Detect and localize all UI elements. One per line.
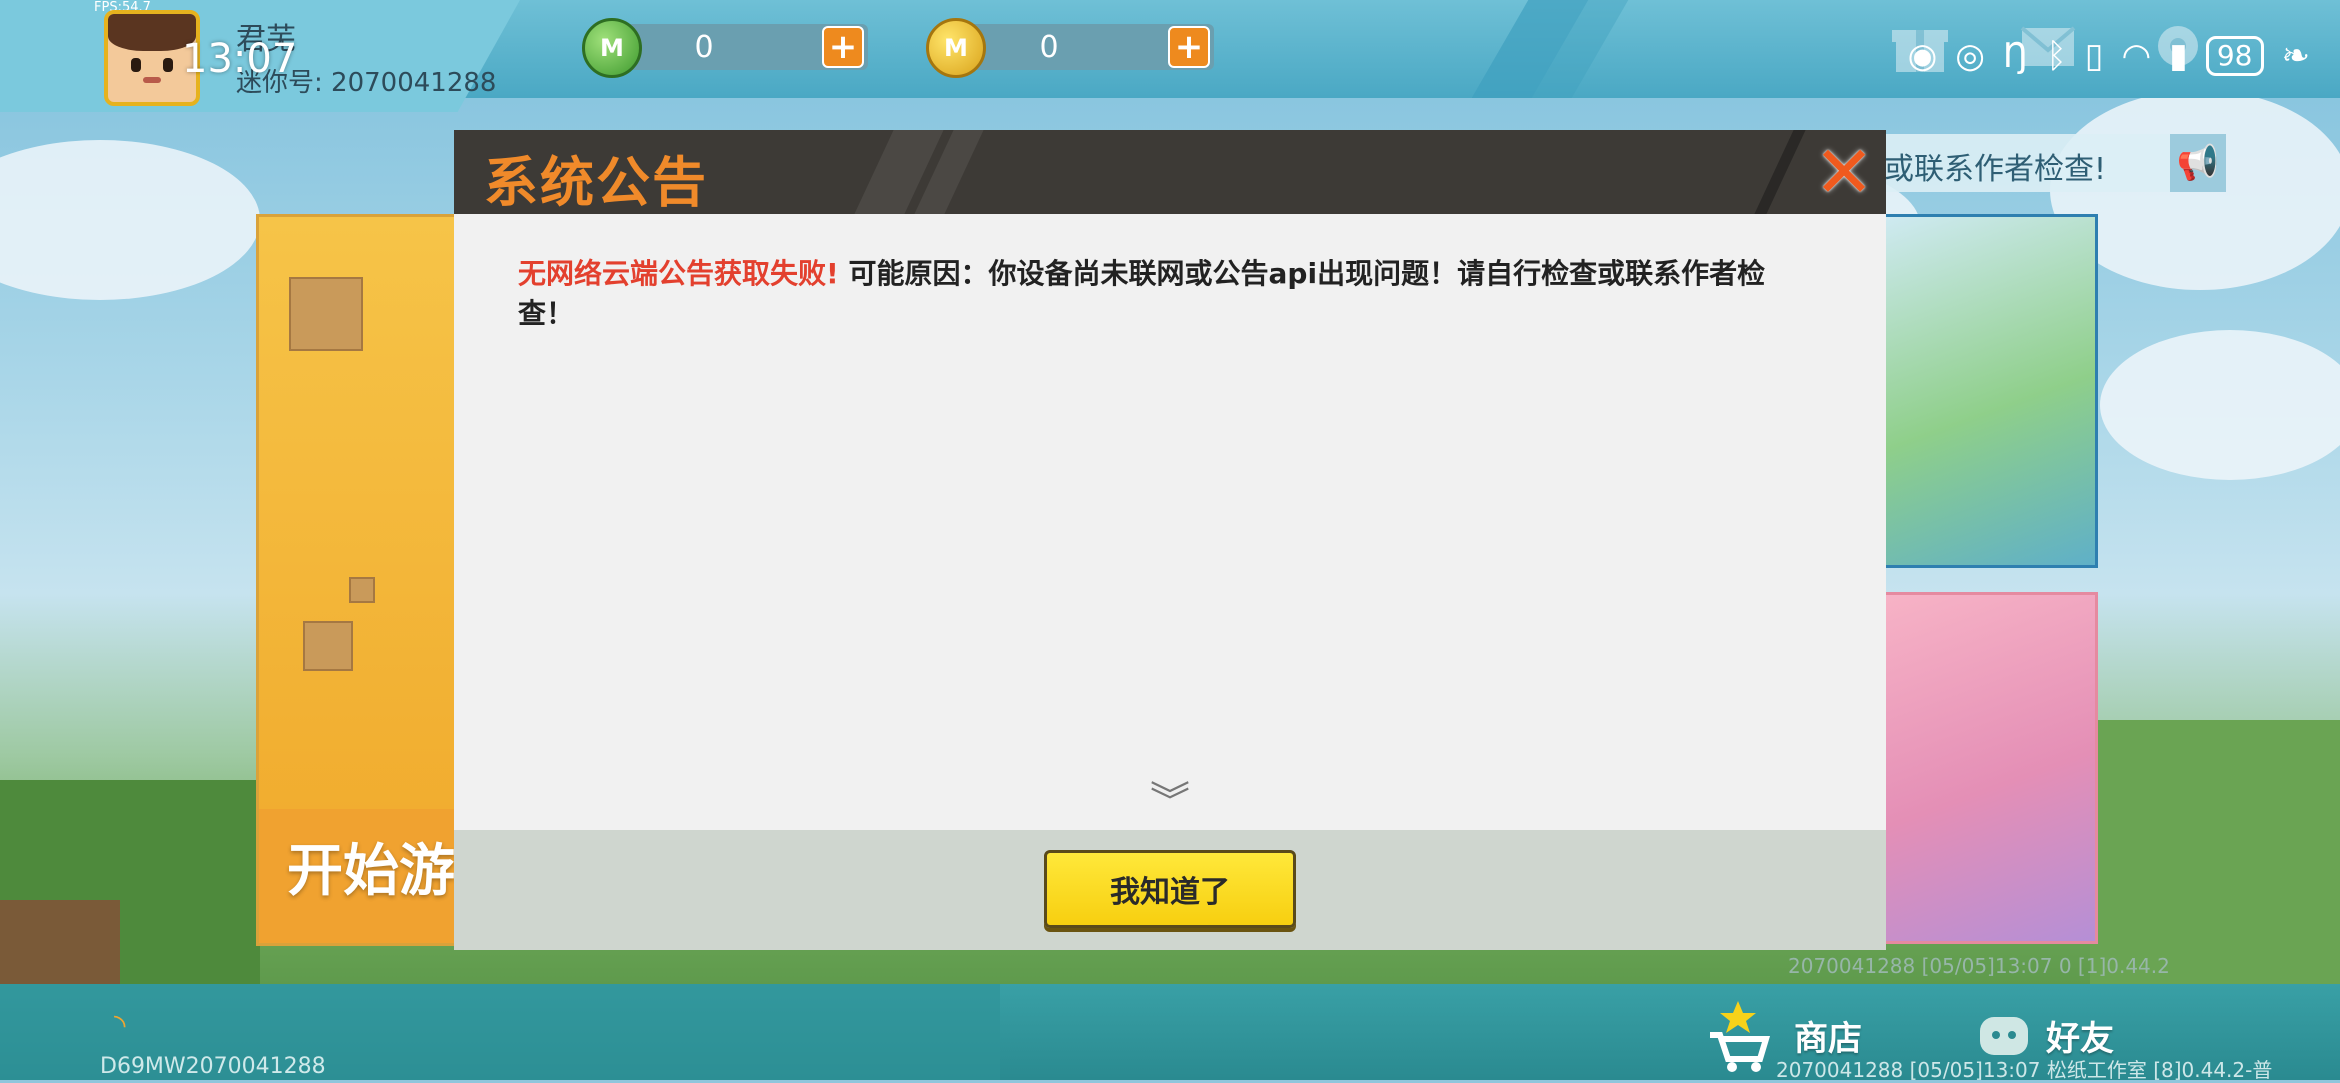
- nfc-icon: ◉: [1907, 36, 1938, 76]
- n-mark-icon: Ŋ: [2002, 36, 2029, 76]
- friends-label: 好友: [2046, 1018, 2114, 1059]
- mini-bean-value: 0: [694, 30, 714, 65]
- dialog-footer: 我知道了: [454, 830, 1886, 950]
- notice-marquee-text: 或联系作者检查!: [1884, 152, 2107, 187]
- add-mini-bean-button[interactable]: +: [822, 26, 864, 68]
- shop-label: 商店: [1794, 1018, 1862, 1059]
- leaf-icon: ❧: [2281, 36, 2311, 76]
- mini-coin-value: 0: [1039, 30, 1059, 65]
- avatar-eye: [130, 58, 141, 72]
- add-mini-coin-button[interactable]: +: [1168, 26, 1210, 68]
- shop-button[interactable]: 商店: [1700, 1000, 1862, 1072]
- dialog-title: 系统公告: [484, 151, 708, 214]
- event-card-bottom[interactable]: [1880, 592, 2098, 944]
- dirt-block: [0, 900, 120, 990]
- avatar-mouth: [143, 77, 161, 84]
- system-notice-dialog: 系统公告 ✕ 无网络云端公告获取失败! 可能原因：你设备尚未联网或公告api出现…: [454, 130, 1886, 950]
- notice-marquee[interactable]: 或联系作者检查! 📢: [1870, 134, 2226, 192]
- hill: [2090, 720, 2340, 990]
- start-game-label: 开始游: [287, 839, 455, 904]
- dialog-header: 系统公告 ✕: [454, 130, 1886, 214]
- dialog-body[interactable]: 无网络云端公告获取失败! 可能原因：你设备尚未联网或公告api出现问题！请自行检…: [454, 214, 1886, 830]
- scroll-down-icon[interactable]: ︾: [1150, 782, 1190, 822]
- start-game-card[interactable]: 开始游: [256, 214, 472, 946]
- signal-icon: ◝: [114, 1008, 126, 1043]
- close-dialog-button[interactable]: ✕: [1806, 134, 1882, 210]
- device-code: D69MW2070041288: [100, 1054, 326, 1079]
- vibrate-icon: ▯: [2084, 36, 2104, 76]
- eye-comfort-icon: ◎: [1955, 36, 1985, 76]
- friends-button[interactable]: 好友: [1976, 1000, 2114, 1070]
- event-card-top[interactable]: [1880, 214, 2098, 568]
- mini-bean-counter: M 0 +: [582, 18, 868, 78]
- close-icon: ✕: [1813, 130, 1875, 214]
- version-info-upper: 2070041288 [05/05]13:07 0 [1]0.44.2: [1788, 954, 2170, 978]
- status-clock: 13:07: [182, 36, 298, 82]
- cube-decor: [303, 621, 353, 671]
- battery-level: 98: [2205, 36, 2264, 76]
- mini-coin-counter: M 0 +: [926, 18, 1214, 78]
- cube-decor: [349, 577, 375, 603]
- system-status-icons: ◉ ◎ Ŋ ᛒ ▯ ◠ ▮ 98 ❧: [1908, 36, 2310, 76]
- wifi-icon: ◠: [2121, 36, 2152, 76]
- megaphone-icon: 📢: [2170, 134, 2226, 192]
- acknowledge-button[interactable]: 我知道了: [1044, 850, 1296, 928]
- avatar-eye: [163, 58, 174, 72]
- header-stripe: [1754, 130, 1806, 214]
- notice-message: 无网络云端公告获取失败! 可能原因：你设备尚未联网或公告api出现问题！请自行检…: [518, 254, 1808, 334]
- friends-icon: [1980, 1017, 2028, 1055]
- lock-icon: ▮: [2169, 36, 2188, 76]
- error-message: 无网络云端公告获取失败!: [518, 257, 839, 290]
- bluetooth-icon: ᛒ: [2046, 36, 2067, 76]
- cube-decor: [289, 277, 363, 351]
- shop-cart-icon: [1710, 1001, 1771, 1072]
